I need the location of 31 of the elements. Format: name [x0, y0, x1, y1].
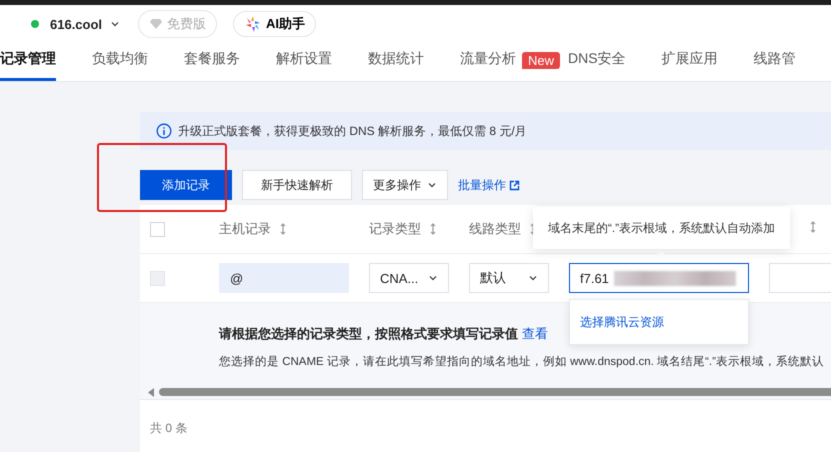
column-header: 记录类型	[369, 220, 421, 238]
batch-operation-link[interactable]: 批量操作	[458, 176, 520, 194]
more-actions-dropdown[interactable]: 更多操作	[362, 170, 448, 200]
nav-tab[interactable]: DNS安全	[568, 50, 626, 81]
line-type-select[interactable]: 默认	[469, 263, 549, 293]
hint-detail: 您选择的是 CNAME 记录，请在此填写希望指向的域名地址，例如 www.dnspod.cn. 域名结尾“.”表示根域，系统默认	[219, 354, 825, 369]
ai-assistant-button[interactable]: AI助手	[233, 11, 316, 37]
nav-tab[interactable]: 扩展应用	[662, 50, 718, 81]
column-header: 主机记录	[219, 220, 271, 238]
nav-tab[interactable]: 数据统计	[368, 50, 424, 81]
nav-tab[interactable]: 解析设置	[276, 50, 332, 81]
nav-tab[interactable]: 套餐服务	[184, 50, 240, 81]
quick-setup-button[interactable]: 新手快速解析	[242, 170, 352, 200]
nav-tab[interactable]: 负载均衡	[92, 50, 148, 81]
view-link[interactable]: 查看	[522, 326, 548, 341]
record-type-select[interactable]: CNA...	[369, 263, 449, 293]
tooltip: 域名末尾的“.”表示根域，系统默认自动添加	[533, 207, 790, 249]
nav-tab[interactable]: 记录管理	[0, 50, 56, 81]
notice-text: 升级正式版套餐，获得更极致的 DNS 解析服务，最低仅需 8 元/月	[178, 122, 527, 140]
record-value-field[interactable]: f7.61	[569, 263, 749, 293]
column-header: 线路类型	[469, 220, 521, 238]
domain-name[interactable]: 616.cool	[50, 16, 102, 32]
plan-badge: 免费版	[138, 10, 218, 38]
nav-tab[interactable]: 线路管	[754, 50, 796, 81]
host-record-field[interactable]: @	[219, 263, 349, 293]
hint-title: 请根据您选择的记录类型，按照格式要求填写记录值 查看	[219, 325, 549, 343]
total-count: 共 0 条	[150, 420, 188, 436]
suggestion-item[interactable]: 选择腾讯云资源	[569, 299, 749, 345]
nav-tab[interactable]: 流量分析	[460, 50, 516, 81]
new-badge: New	[522, 52, 560, 69]
add-record-button[interactable]: 添加记录	[140, 170, 232, 200]
